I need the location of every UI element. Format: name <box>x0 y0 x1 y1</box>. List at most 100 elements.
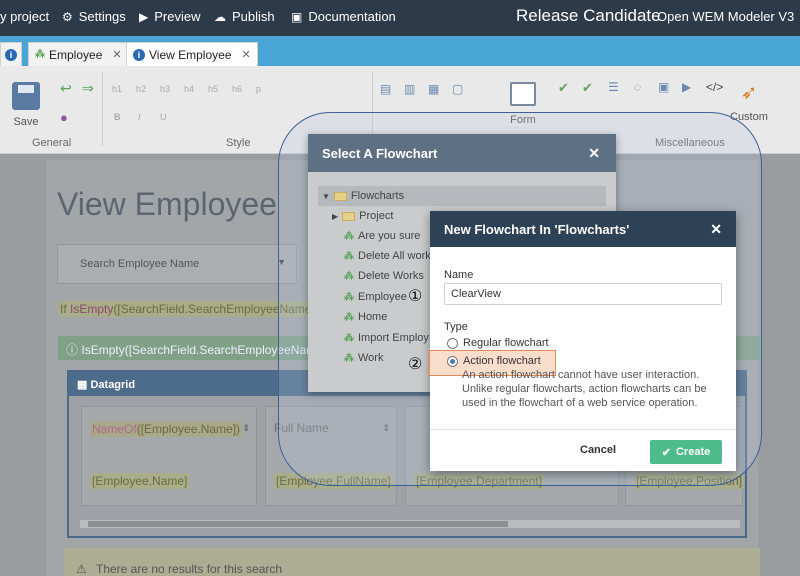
info-icon: i <box>5 48 17 61</box>
tree-item-label: Are you sure <box>358 230 421 242</box>
publish-button[interactable]: ☁ Publish <box>214 9 275 24</box>
heading-h6-button[interactable]: h6 <box>232 84 242 94</box>
info-icon: i <box>133 48 145 61</box>
column-header: NameOf([Employee.Name]) <box>90 421 243 437</box>
list-icon[interactable]: ☰ <box>608 80 619 94</box>
documentation-button[interactable]: ▣ Documentation <box>291 9 396 24</box>
if-function: IsEmpty <box>70 302 114 316</box>
globe-icon[interactable]: ● <box>60 110 68 125</box>
tree-item-employee[interactable]: ⁂ Employee <box>344 291 407 303</box>
search-placeholder: Search Employee Name <box>80 258 200 270</box>
preview-button[interactable]: ▶ Preview <box>139 9 200 24</box>
undo-icon[interactable]: ↩ <box>60 80 72 97</box>
preview-label: Preview <box>154 9 201 24</box>
sort-icon[interactable]: ⇕ <box>242 423 250 434</box>
window-icon[interactable]: ▢ <box>452 82 463 96</box>
floppy-disk-icon <box>12 82 40 110</box>
save-label: Save <box>13 116 39 128</box>
heading-h5-button[interactable]: h5 <box>208 84 218 94</box>
tree-item-work[interactable]: ⁂ Work <box>344 352 383 364</box>
tree-item-home[interactable]: ⁂ Home <box>344 311 387 323</box>
tab-info[interactable]: i <box>0 42 22 66</box>
tree-item-label: Work <box>358 352 384 364</box>
paragraph-button[interactable]: p <box>256 84 261 94</box>
select-flowchart-header: Select A Flowchart ✕ <box>308 134 616 172</box>
check-icon[interactable]: ✔ <box>582 80 593 96</box>
italic-icon[interactable]: I <box>138 112 141 122</box>
video-icon[interactable]: ▶ <box>682 80 691 94</box>
tree-item-flowcharts[interactable]: ▼ Flowcharts <box>322 190 404 202</box>
close-icon[interactable]: ✕ <box>710 221 722 238</box>
scrollbar-thumb[interactable] <box>88 521 508 527</box>
settings-label: Settings <box>78 9 126 24</box>
tree-item-label: Import Employ <box>358 332 429 344</box>
settings-button[interactable]: ⚙ Settings <box>62 9 126 24</box>
tree-item-delete-works[interactable]: ⁂ Delete Works <box>344 270 424 282</box>
project-menu[interactable]: y project <box>0 9 49 24</box>
no-results-message: ⚠ There are no results for this search <box>64 548 760 576</box>
name-label: Name <box>444 269 474 281</box>
tree-item-label: Home <box>358 311 388 323</box>
radio-action-flowchart[interactable]: Action flowchart <box>447 355 541 367</box>
custom-button[interactable]: ➶ Custom <box>730 80 768 123</box>
create-button[interactable]: ✔ Create <box>650 440 722 464</box>
play-icon: ▶ <box>139 9 149 24</box>
layout-icon[interactable]: ▤ <box>380 82 391 96</box>
column-header-argument: ([Employee.Name]) <box>136 422 241 436</box>
tree-item-project[interactable]: ▶ Project <box>332 210 393 222</box>
comment-icon[interactable]: ◌ <box>634 80 641 94</box>
product-name: Open WEM Modeler V3 <box>657 9 795 24</box>
horizontal-scrollbar[interactable] <box>80 520 740 528</box>
info-icon: ⓘ <box>66 343 79 357</box>
new-flowchart-header: New Flowchart In 'Flowcharts' ✕ <box>430 211 736 247</box>
if-keyword: If <box>60 302 67 316</box>
redo-icon[interactable]: ⇒ <box>82 80 94 97</box>
tree-item-are-you-sure[interactable]: ⁂ Are you sure <box>344 230 420 242</box>
radio-label: Action flowchart <box>463 355 541 367</box>
close-icon[interactable]: ✕ <box>112 48 121 61</box>
name-field[interactable] <box>444 283 722 305</box>
heading-h3-button[interactable]: h3 <box>160 84 170 94</box>
flowchart-icon: ⁂ <box>344 352 354 364</box>
tree-item-label: Employee <box>358 291 407 303</box>
columns-icon[interactable]: ▥ <box>404 82 415 96</box>
heading-h2-button[interactable]: h2 <box>136 84 146 94</box>
tree-item-delete-all-work[interactable]: ⁂ Delete All work <box>344 250 431 262</box>
check-icon: ✔ <box>661 446 671 459</box>
close-icon[interactable]: ✕ <box>588 145 600 162</box>
radio-selected-icon[interactable] <box>447 355 458 367</box>
step-marker-two: ② <box>408 356 423 373</box>
heading-h4-button[interactable]: h4 <box>184 84 194 94</box>
dialog-title: Select A Flowchart <box>322 146 438 161</box>
group-style-label: Style <box>226 137 251 149</box>
image-icon[interactable]: ▣ <box>658 80 669 94</box>
folder-icon <box>333 191 347 201</box>
caret-right-icon[interactable]: ▶ <box>332 212 338 221</box>
bold-icon[interactable]: B <box>114 112 121 122</box>
tab-employee[interactable]: ⁂ Employee ✕ <box>28 42 129 66</box>
rocket-icon: ➶ <box>740 82 758 104</box>
page-title: View Employee <box>57 186 277 222</box>
panel-icon[interactable]: ▦ <box>428 82 439 96</box>
close-icon[interactable]: ✕ <box>242 48 251 61</box>
heading-h1-button[interactable]: h1 <box>112 84 122 94</box>
underline-icon[interactable]: U <box>160 112 167 122</box>
datagrid-column-name[interactable]: NameOf([Employee.Name]) ⇕ [Employee.Name… <box>81 406 257 506</box>
radio-regular-flowchart[interactable]: Regular flowchart <box>447 337 549 349</box>
check-icon[interactable]: ✔ <box>558 80 569 96</box>
tab-label: Employee <box>49 47 103 62</box>
folder-icon <box>342 211 356 221</box>
tree-item-label: Delete All work <box>358 250 431 262</box>
gear-icon: ⚙ <box>62 9 73 24</box>
cancel-button[interactable]: Cancel <box>580 444 616 456</box>
tree-item-label: Flowcharts <box>350 190 405 202</box>
code-icon[interactable]: </> <box>706 80 723 94</box>
search-field[interactable]: Search Employee Name ▼ <box>57 244 297 284</box>
flowchart-icon: ⁂ <box>344 230 354 242</box>
save-button[interactable]: Save <box>12 82 40 128</box>
radio-icon[interactable] <box>447 337 458 349</box>
tree-item-import-employ[interactable]: ⁂ Import Employ <box>344 332 429 344</box>
tab-view-employee[interactable]: i View Employee ✕ <box>126 42 258 66</box>
type-label: Type <box>444 321 468 333</box>
caret-down-icon[interactable]: ▼ <box>322 192 330 201</box>
